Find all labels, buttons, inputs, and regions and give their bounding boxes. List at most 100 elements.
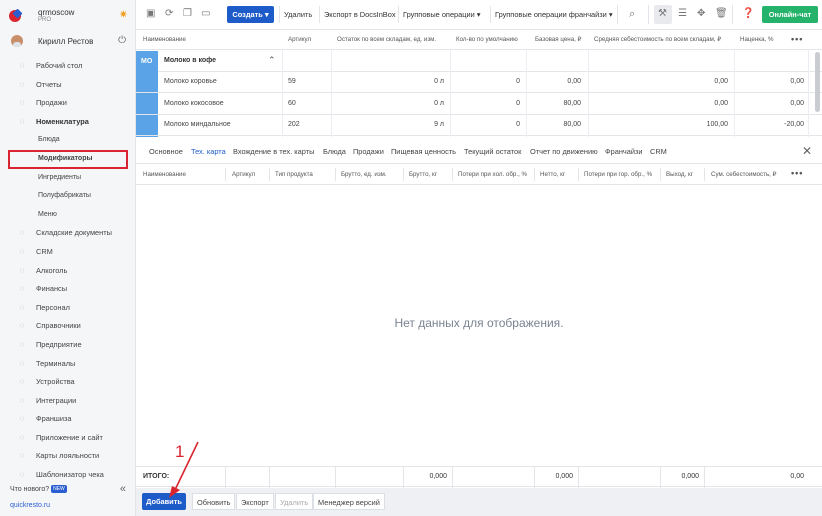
sidebar-item[interactable]: ◌ Интеграции (0, 392, 136, 411)
col-header-name[interactable]: Наименование (143, 36, 186, 43)
sidebar-item[interactable]: ◌ Справочники (0, 317, 136, 336)
sidebar-item[interactable]: ◌ Алкоголь (0, 262, 136, 281)
col-header-avg-cost[interactable]: Средняя себестоимость по всем складам, ₽ (594, 36, 721, 43)
sidebar-item[interactable]: ◌ Франшиза (0, 410, 136, 429)
sidebar-item[interactable]: Модификаторы (8, 149, 128, 169)
tab-crm[interactable]: CRM (650, 147, 667, 156)
tools-icon[interactable]: ⚒ (658, 8, 667, 19)
delete-button[interactable]: Удалить (279, 6, 316, 23)
cell-price: 80,00 (563, 121, 581, 129)
sidebar-item[interactable]: ◌ Устройства (0, 373, 136, 392)
sidebar-item[interactable]: ◌ Шаблонизатор чека (0, 466, 136, 485)
col-header-gross-kg[interactable]: Брутто, кг (409, 171, 437, 178)
tab-tech-card[interactable]: Тех. карта (191, 147, 226, 156)
version-manager-button[interactable]: Менеджер версий (313, 493, 385, 510)
tab-movement-report[interactable]: Отчет по движению (530, 147, 598, 156)
annotation-arrow-icon (169, 441, 199, 498)
sidebar-item-label: Рабочий стол (36, 61, 83, 70)
sidebar-item-label: Алкоголь (36, 265, 68, 275)
sidebar-item[interactable]: ◌ Карты лояльности (0, 447, 136, 466)
move-icon[interactable]: ✥ (697, 8, 705, 19)
col-header-default-qty[interactable]: Кол-во по умолчанию (456, 36, 518, 43)
sidebar-item[interactable]: ◌ Продажи (0, 94, 136, 113)
col-header-output-kg[interactable]: Выход, кг (666, 171, 693, 178)
col-header-cold-loss[interactable]: Потери при хол. обр., % (458, 171, 527, 178)
sidebar-item[interactable]: ◌ Персонал (0, 299, 136, 318)
col-header-hot-loss[interactable]: Потери при гор. обр., % (584, 171, 652, 178)
toolbar: ▣ ⟳ ❐ ▭ Создать ▾ Удалить Экспорт в Docs… (136, 0, 822, 30)
user-name: Кирилл Рестов (38, 37, 94, 46)
brand-switcher[interactable]: qrmoscow PRO ✷ (8, 6, 132, 26)
col-header-article[interactable]: Артикул (288, 36, 311, 43)
chevron-up-icon[interactable]: ⌃ (268, 55, 276, 66)
copy-icon[interactable]: ❐ (183, 8, 192, 19)
window-icon[interactable]: ▭ (201, 8, 210, 19)
trash-icon[interactable]: 🗑 (715, 8, 728, 19)
col-header-article[interactable]: Артикул (232, 171, 255, 178)
export-docsinbox-button[interactable]: Экспорт в DocsInBox (319, 6, 400, 23)
close-icon[interactable]: ✕ (802, 144, 812, 158)
col-header-total-cost[interactable]: Сум. себестоимость, ₽ (711, 171, 777, 178)
glass-icon: ◌ (19, 265, 25, 275)
col-header-product-type[interactable]: Тип продукта (275, 171, 313, 178)
power-icon[interactable]: ⏻ (118, 35, 126, 46)
bottom-action-bar: Добавить Обновить Экспорт Удалить Менедж… (136, 488, 822, 516)
save-icon[interactable]: ▣ (146, 8, 155, 19)
sidebar-item[interactable]: ◌ Финансы (0, 280, 136, 299)
sidebar-item[interactable]: ◌ CRM (0, 243, 136, 262)
refresh-icon[interactable]: ⟳ (165, 8, 173, 19)
columns-menu-icon[interactable]: ••• (791, 168, 803, 178)
modifiers-grid-header: Наименование Артикул Остаток по всем скл… (136, 30, 822, 50)
cell-stock: 9 л (434, 121, 444, 129)
sidebar-item[interactable]: ◌ Терминалы (0, 355, 136, 374)
sidebar-item[interactable]: ◌ Складские документы (0, 224, 136, 243)
sidebar-nav: ◌ Рабочий стол ◌ Отчеты ◌ Продажи ◌ Номенклатур… (0, 57, 136, 485)
site-link[interactable]: quickresto.ru (10, 502, 50, 509)
col-header-stock[interactable]: Остаток по всем складам, ед. изм. (337, 36, 436, 43)
sidebar-item[interactable]: Меню (0, 206, 136, 225)
sidebar-item[interactable]: Полуфабрикаты (0, 187, 136, 206)
cell-qty: 0 (516, 121, 520, 129)
group-operations-button[interactable]: Групповые операции ▾ (398, 6, 485, 23)
sidebar-item[interactable]: Ингредиенты (0, 169, 136, 188)
create-button[interactable]: Создать ▾ (227, 6, 274, 23)
building-icon: ◌ (19, 339, 25, 349)
empty-state-text: Нет данных для отображения. (394, 316, 564, 330)
table-row[interactable]: Молоко кокосовое 60 0 л 0 80,00 0,00 0,00 (136, 94, 822, 115)
sidebar-item[interactable]: Блюда (0, 131, 136, 150)
tab-tech-card-usage[interactable]: Вхождение в тех. карты (233, 147, 314, 156)
sidebar-item[interactable]: ◌ Предприятие (0, 336, 136, 355)
tab-sales[interactable]: Продажи (353, 147, 384, 156)
delete-button[interactable]: Удалить (275, 493, 314, 510)
group-operations-franchise-button[interactable]: Групповые операции франчайзи ▾ (490, 6, 617, 23)
online-chat-button[interactable]: Онлайн-чат (762, 6, 818, 23)
user-profile[interactable]: Кирилл Рестов ⏻ (8, 34, 132, 50)
col-header-base-price[interactable]: Базовая цена, ₽ (535, 36, 582, 43)
col-header-markup[interactable]: Наценка, % (740, 36, 773, 43)
collapse-sidebar-icon[interactable]: « (120, 483, 126, 495)
tab-nutrition[interactable]: Пищевая ценность (391, 147, 456, 156)
col-header-gross-unit[interactable]: Брутто, ед. изм. (341, 171, 387, 178)
whats-new-link[interactable]: Что нового? NEW (10, 485, 67, 493)
sidebar-item[interactable]: ◌ Номенклатура (0, 113, 136, 132)
tab-dishes[interactable]: Блюда (323, 147, 346, 156)
sidebar-item[interactable]: ◌ Приложение и сайт (0, 429, 136, 448)
list-icon[interactable]: ☰ (678, 8, 687, 19)
vertical-scrollbar[interactable] (815, 52, 820, 112)
col-header-net-kg[interactable]: Нетто, кг (540, 171, 565, 178)
device-icon: ◌ (19, 377, 25, 387)
help-icon[interactable]: ❓ (742, 8, 754, 19)
theme-sun-icon[interactable]: ✷ (119, 8, 128, 21)
sidebar-item[interactable]: ◌ Рабочий стол (0, 57, 136, 76)
tab-basic[interactable]: Основное (149, 147, 183, 156)
columns-menu-icon[interactable]: ••• (791, 34, 803, 44)
group-row[interactable]: Молоко в кофе ⌃ (158, 51, 822, 72)
search-icon[interactable]: ⌕ (629, 8, 635, 21)
table-row[interactable]: Молоко миндальное 202 9 л 0 80,00 100,00 -20,0… (136, 115, 822, 137)
tab-current-stock[interactable]: Текущий остаток (464, 147, 521, 156)
tab-franchisees[interactable]: Франчайзи (605, 147, 643, 156)
sidebar-item[interactable]: ◌ Отчеты (0, 76, 136, 95)
col-header-name[interactable]: Наименование (143, 171, 186, 178)
export-button[interactable]: Экспорт (236, 493, 274, 510)
table-row[interactable]: Молоко коровье 59 0 л 0 0,00 0,00 0,00 (136, 72, 822, 93)
